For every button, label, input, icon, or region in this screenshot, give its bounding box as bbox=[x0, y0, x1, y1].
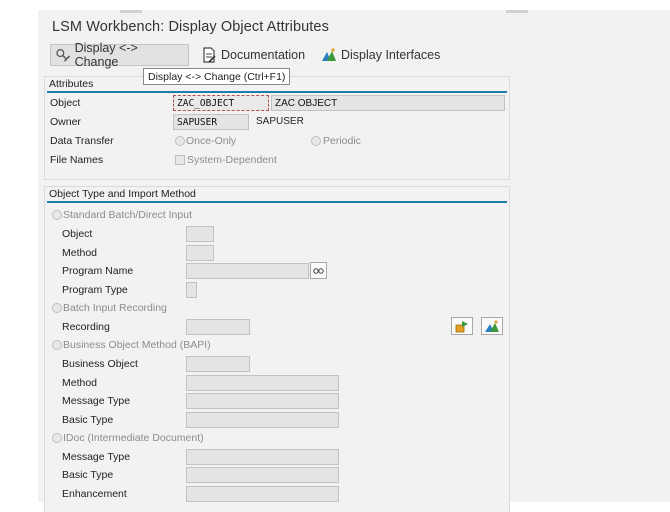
bo-basic-type-input[interactable] bbox=[186, 412, 339, 428]
sb-program-type-label: Program Type bbox=[62, 284, 128, 296]
id-basic-type-input[interactable] bbox=[186, 467, 339, 483]
bo-business-object-label: Business Object bbox=[62, 358, 138, 370]
bo-method-input[interactable] bbox=[186, 375, 339, 391]
sb-program-name-input[interactable] bbox=[186, 263, 309, 279]
documentation-label: Documentation bbox=[221, 48, 306, 62]
owner-label: Owner bbox=[50, 116, 81, 128]
import-method-group-title: Object Type and Import Method bbox=[49, 188, 196, 200]
once-only-label: Once-Only bbox=[186, 135, 237, 147]
sb-object-label: Object bbox=[62, 228, 93, 240]
data-transfer-label: Data Transfer bbox=[50, 135, 114, 147]
id-message-type-label: Message Type bbox=[62, 451, 131, 463]
search-help-button[interactable] bbox=[310, 262, 327, 279]
owner-field: SAPUSER bbox=[173, 114, 249, 130]
sb-method-input[interactable] bbox=[186, 245, 214, 261]
sb-method-label: Method bbox=[62, 247, 98, 259]
display-change-label: Display <-> Change bbox=[74, 41, 138, 69]
once-only-radio[interactable] bbox=[175, 136, 185, 146]
bo-method-label: Method bbox=[62, 377, 98, 389]
title-bar: LSM Workbench: Display Object Attributes bbox=[38, 10, 670, 44]
display-change-icon bbox=[56, 49, 71, 62]
idoc-label: IDoc (Intermediate Document) bbox=[63, 432, 204, 444]
bo-message-type-label: Message Type bbox=[62, 395, 131, 407]
bo-business-object-input[interactable] bbox=[186, 356, 250, 372]
attributes-group-title: Attributes bbox=[49, 78, 94, 90]
sap-window: LSM Workbench: Display Object Attributes… bbox=[38, 10, 670, 512]
recording-label: Recording bbox=[62, 321, 110, 333]
object-description-field: ZAC OBJECT bbox=[271, 95, 505, 111]
group-divider bbox=[47, 201, 507, 203]
id-enhancement-label: Enhancement bbox=[62, 488, 127, 500]
periodic-label: Periodic bbox=[323, 135, 361, 147]
recording-input[interactable] bbox=[186, 319, 250, 335]
search-help-icon bbox=[313, 268, 324, 274]
batch-input-radio[interactable] bbox=[52, 303, 62, 313]
bo-basic-type-label: Basic Type bbox=[62, 414, 114, 426]
sb-program-name-label: Program Name bbox=[62, 265, 134, 277]
display-interfaces-icon bbox=[322, 48, 336, 61]
system-dependent-label: System-Dependent bbox=[187, 154, 277, 166]
object-label: Object bbox=[50, 97, 81, 109]
periodic-radio[interactable] bbox=[311, 136, 321, 146]
import-method-group: Object Type and Import Method Standard B… bbox=[44, 186, 510, 512]
title-decoration bbox=[506, 10, 528, 13]
display-structure-icon bbox=[485, 320, 499, 332]
attributes-group: Attributes Object ZAC_OBJECT ZAC OBJECT … bbox=[44, 76, 510, 180]
file-names-label: File Names bbox=[50, 154, 104, 166]
batch-input-label: Batch Input Recording bbox=[63, 302, 167, 314]
object-input[interactable]: ZAC_OBJECT bbox=[173, 95, 269, 111]
id-enhancement-input[interactable] bbox=[186, 486, 339, 502]
sb-object-input[interactable] bbox=[186, 226, 214, 242]
bapi-radio[interactable] bbox=[52, 340, 62, 350]
standard-batch-label: Standard Batch/Direct Input bbox=[63, 209, 192, 221]
id-basic-type-label: Basic Type bbox=[62, 469, 114, 481]
sb-program-type-input[interactable] bbox=[186, 282, 197, 298]
window-title: LSM Workbench: Display Object Attributes bbox=[52, 19, 329, 35]
idoc-radio[interactable] bbox=[52, 433, 62, 443]
standard-batch-radio[interactable] bbox=[52, 210, 62, 220]
documentation-button[interactable]: Documentation bbox=[196, 44, 312, 66]
create-recording-button[interactable] bbox=[451, 317, 473, 335]
display-structure-button[interactable] bbox=[481, 317, 503, 335]
create-recording-icon bbox=[455, 320, 468, 332]
title-decoration bbox=[120, 10, 142, 13]
application-toolbar: Display <-> Change Documentation Display… bbox=[38, 41, 670, 74]
id-message-type-input[interactable] bbox=[186, 449, 339, 465]
documentation-icon bbox=[203, 47, 216, 63]
bapi-label: Business Object Method (BAPI) bbox=[63, 339, 211, 351]
system-dependent-checkbox[interactable] bbox=[175, 155, 185, 165]
display-interfaces-label: Display Interfaces bbox=[341, 48, 441, 62]
display-change-button[interactable]: Display <-> Change bbox=[50, 41, 189, 69]
tooltip: Display <-> Change (Ctrl+F1) bbox=[143, 68, 291, 85]
group-divider bbox=[47, 91, 507, 93]
owner-description: SAPUSER bbox=[256, 116, 304, 127]
display-interfaces-button[interactable]: Display Interfaces bbox=[316, 44, 447, 66]
bo-message-type-input[interactable] bbox=[186, 393, 339, 409]
